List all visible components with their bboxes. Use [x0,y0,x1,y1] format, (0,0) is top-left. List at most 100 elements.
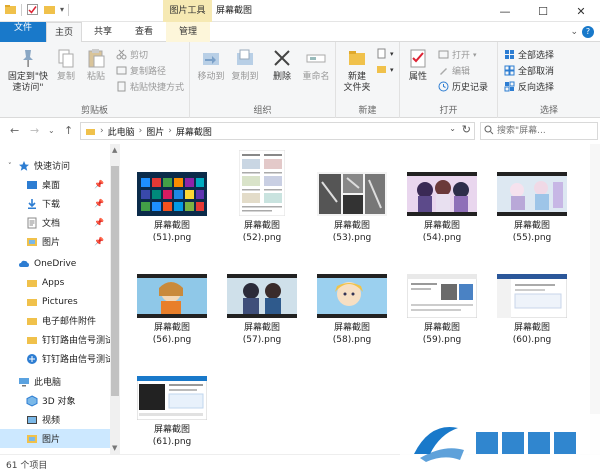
nav-downloads[interactable]: 下载 📌 [0,194,110,213]
nav-onedrive[interactable]: OneDrive [0,254,110,273]
new-item-button[interactable]: ▾ [376,48,394,59]
nav-onedrive-pictures[interactable]: Pictures [0,292,110,311]
breadcrumb-this-pc[interactable]: 此电脑 [108,125,135,138]
select-all-icon [505,50,514,59]
file-item[interactable]: 屏幕截图 (52).png [218,150,306,244]
tab-view[interactable]: 查看 [126,22,162,42]
copy-button[interactable]: 复制 [52,46,80,83]
ribbon-collapse-icon[interactable]: ⌄ [570,27,578,37]
pin-quick-access-button[interactable]: 固定到"快 速访问" [4,46,52,94]
easy-access-button[interactable]: ▾ [376,64,394,75]
nav-documents[interactable]: 文档 📌 [0,213,110,232]
breadcrumb-screenshots[interactable]: 屏幕截图 [176,125,212,138]
move-to-button[interactable]: 移动到 [196,46,226,83]
cut-button[interactable]: 剪切 [116,48,148,61]
file-ext: (52).png [242,233,282,243]
select-none-button[interactable]: 全部取消 [504,64,554,77]
nav-desktop[interactable]: 桌面 📌 [0,175,110,194]
file-ext: (51).png [152,233,192,243]
select-all-button[interactable]: 全部选择 [504,48,554,61]
content-scrollbar[interactable] [590,144,600,454]
nav-dingding-folder[interactable]: 钉钉路由信号测试 [0,330,110,349]
nav-scrollbar[interactable]: ▲ ▼ [110,144,120,454]
nav-this-pc[interactable]: 此电脑 [0,372,110,391]
copy-to-button[interactable]: 复制到 [230,46,260,83]
pin-icon[interactable]: 📌 [94,199,104,208]
file-item[interactable]: 屏幕截图 (54).png [398,172,486,244]
copy-path-button[interactable]: 复制路径 [116,64,166,77]
copy-path-label: 复制路径 [130,67,167,77]
video-folder-icon [27,415,37,424]
properties-button[interactable]: 属性 [404,46,432,83]
move-to-label: 移动到 [197,72,225,82]
file-item[interactable]: 屏幕截图 (61).png [128,376,216,448]
file-item[interactable]: 屏幕截图 (51).png [128,172,216,244]
tab-file[interactable]: 文件 [0,22,46,42]
help-icon[interactable]: ? [582,26,594,38]
nav-videos[interactable]: 视频 [0,410,110,429]
expand-chevron-icon[interactable]: ˅ [8,162,18,170]
file-item[interactable]: 屏幕截图 (53).png [308,172,396,244]
history-label: 历史记录 [452,83,489,93]
file-item[interactable]: 屏幕截图 (60).png [488,274,576,346]
nav-pc-pictures[interactable]: 图片 [0,429,110,448]
breadcrumb-chevron-icon: › [138,126,143,136]
folder-icon [27,298,37,306]
pin-icon[interactable]: 📌 [94,237,104,246]
history-button[interactable]: 历史记录 [438,80,488,93]
tab-home[interactable]: 主页 [46,22,82,43]
nav-dingding-network[interactable]: 钉钉路由信号测试 [0,349,110,368]
qat-dropdown-icon[interactable]: ▾ [60,5,64,14]
scroll-thumb[interactable] [111,166,119,396]
scroll-down-icon[interactable]: ▼ [112,444,117,452]
nav-3d-objects[interactable]: 3D 对象 [0,391,110,410]
file-item[interactable]: 屏幕截图 (57).png [218,274,306,346]
pin-icon [23,50,33,67]
invert-selection-button[interactable]: 反向选择 [504,80,554,93]
search-input[interactable]: 搜索"屏幕... [480,122,598,140]
paste-shortcut-button[interactable]: 粘贴快捷方式 [116,80,184,93]
tab-share[interactable]: 共享 [86,22,120,42]
back-arrow-icon[interactable]: ← [10,124,19,137]
address-dropdown-icon[interactable]: ⌄ [449,124,456,133]
pin-icon[interactable]: 📌 [94,218,104,227]
new-folder-button[interactable]: 新建 文件夹 [340,46,374,94]
open-button[interactable]: 打开 ▾ [438,48,477,61]
group-open: 属性 打开 ▾ 编辑 历史记录 打开 [400,42,498,118]
thumbnail-image [317,274,387,318]
paste-button[interactable]: 粘贴 [82,46,110,83]
address-bar[interactable]: › 此电脑 › 图片 › 屏幕截图 ⌄ ↻ [80,122,475,140]
quick-access-toolbar: ▾ [4,3,70,16]
copy-path-icon [116,66,127,75]
nav-quick-access[interactable]: ˅ 快速访问 [0,156,110,175]
file-ext: (57).png [242,335,282,345]
file-view: 屏幕截图 (51).png 屏幕截图 (52).png 屏幕截图 (53).pn… [122,144,600,454]
forward-arrow-icon[interactable]: → [30,124,39,137]
minimize-button[interactable]: — [486,0,524,22]
recent-dropdown-icon[interactable]: ⌄ [48,126,55,135]
file-item[interactable]: 屏幕截图 (55).png [488,172,576,244]
tab-manage[interactable]: 管理 [166,22,210,42]
up-arrow-icon[interactable]: ↑ [64,124,73,137]
ribbon: 固定到"快 速访问" 复制 粘贴 剪切 复制路径 粘贴快捷方式 剪贴板 移动到 [0,42,600,118]
new-folder-icon[interactable] [43,3,56,16]
nav-pictures[interactable]: 图片 📌 [0,232,110,251]
rename-label: 重命名 [302,72,330,82]
scroll-up-icon[interactable]: ▲ [112,146,117,154]
nav-apps[interactable]: Apps [0,273,110,292]
invert-selection-label: 反向选择 [518,83,555,93]
rename-button[interactable]: 重命名 [300,46,332,83]
pin-icon[interactable]: 📌 [94,180,104,189]
edit-button[interactable]: 编辑 [438,64,470,77]
close-button[interactable]: ✕ [562,0,600,22]
refresh-icon[interactable]: ↻ [462,123,471,136]
delete-button[interactable]: 删除 [268,46,296,83]
file-item[interactable]: 屏幕截图 (59).png [398,274,486,346]
maximize-button[interactable]: ☐ [524,0,562,22]
file-item[interactable]: 屏幕截图 (56).png [128,274,216,346]
nav-label: Pictures [42,296,78,307]
nav-email-attachments[interactable]: 电子邮件附件 [0,311,110,330]
breadcrumb-pictures[interactable]: 图片 [146,125,164,138]
file-item[interactable]: 屏幕截图 (58).png [308,274,396,346]
properties-check-icon[interactable] [26,3,39,16]
